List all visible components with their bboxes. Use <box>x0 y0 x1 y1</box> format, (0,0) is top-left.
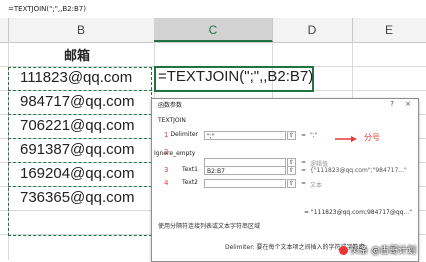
equals-sign: = <box>301 159 307 166</box>
arg-result-delimiter: ";" <box>310 132 318 139</box>
selection-divider <box>8 138 152 139</box>
function-name: TEXTJOIN <box>158 117 186 124</box>
watermark-logo-icon <box>339 246 349 255</box>
equals-sign: = <box>301 167 307 174</box>
param-help-label: Delimiter: <box>225 244 255 251</box>
text1-input[interactable]: B2:B7 <box>204 166 286 175</box>
dialog-title[interactable]: 函数参数 <box>152 99 418 113</box>
arg-result-text2: 文本 <box>310 182 323 189</box>
column-header-b[interactable]: B <box>8 18 155 42</box>
annotation-label: 分号 <box>364 133 380 142</box>
range-picker-icon[interactable]: ⇧ <box>287 131 296 140</box>
function-description: 使用分隔符连接列表或文本字符串区域 <box>158 223 261 230</box>
delimiter-input[interactable]: ";" <box>204 131 286 140</box>
function-arguments-dialog: 函数参数 ? × TEXTJOIN 1 Delimiter ";" ⇧ = ";… <box>151 98 419 262</box>
selection-divider <box>8 90 152 91</box>
close-button[interactable]: × <box>405 100 411 108</box>
arrow-icon <box>335 136 357 142</box>
email-cell[interactable]: 691387@qq.com <box>20 141 134 158</box>
equals-sign: = <box>301 132 307 139</box>
formula-result: = "111823@qq.com;984717@qq..." <box>304 209 412 216</box>
email-cell[interactable]: 169204@qq.com <box>20 165 134 182</box>
formula-bar-text[interactable]: =TEXTJOIN(";",,B2:B7) <box>8 0 86 18</box>
arg-label-text1: Text1 <box>182 166 198 173</box>
range-picker-icon[interactable]: ⇧ <box>287 166 296 175</box>
arg-label-text2: Text2 <box>182 179 198 186</box>
formula-bar[interactable]: =TEXTJOIN(";",,B2:B7) <box>0 0 426 19</box>
email-cell[interactable]: 984717@qq.com <box>20 93 134 110</box>
email-cell[interactable]: 111823@qq.com <box>20 69 132 86</box>
arg-label-delimiter: Delimiter <box>170 131 198 138</box>
header-cell-email[interactable]: 邮箱 <box>64 45 90 64</box>
selection-divider <box>8 186 152 187</box>
watermark: 头条 @古哥计划 <box>339 243 416 256</box>
column-header-c[interactable]: C <box>154 18 273 42</box>
help-button[interactable]: ? <box>390 100 394 108</box>
column-header-e[interactable]: E <box>352 18 426 42</box>
selection-divider <box>8 114 152 115</box>
selection-divider <box>8 162 152 163</box>
watermark-text: 头条 @古哥计划 <box>350 246 416 256</box>
email-cell[interactable]: 736365@qq.com <box>20 189 134 206</box>
text2-input[interactable] <box>204 179 286 188</box>
arg-label-ignore-empty: Ignore_empty <box>154 150 196 157</box>
active-cell-formula[interactable]: =TEXTJOIN(";",,B2:B7) <box>158 68 313 85</box>
range-picker-icon[interactable]: ⇧ <box>287 179 296 188</box>
column-headers: B C D E <box>0 18 426 43</box>
arg-result-text1: {"111823@qq.com";"984717..." <box>310 167 407 174</box>
column-header-d[interactable]: D <box>272 18 353 42</box>
equals-sign: = <box>301 180 307 187</box>
email-cell[interactable]: 706221@qq.com <box>20 117 134 134</box>
